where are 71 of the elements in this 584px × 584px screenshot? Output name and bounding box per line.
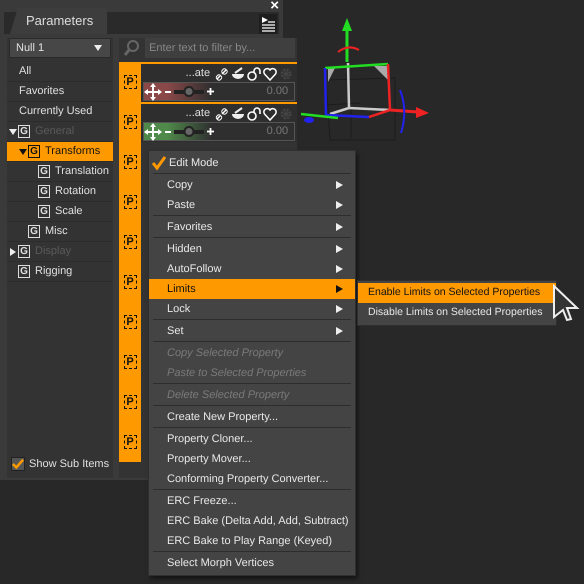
search-icon xyxy=(123,38,142,58)
checkmark-icon xyxy=(151,155,167,171)
menu-item[interactable]: Property Mover... xyxy=(149,449,355,469)
property-icon: P xyxy=(124,195,137,209)
property-icon: P xyxy=(124,395,137,409)
property-icon: P xyxy=(124,115,137,129)
property-icon: P xyxy=(124,75,137,89)
property-name: ...ate xyxy=(186,66,210,82)
view-item[interactable]: Favorites xyxy=(7,82,114,102)
tree-label: Scale xyxy=(55,204,83,220)
menu-item[interactable]: Conforming Property Converter... xyxy=(149,469,355,489)
group-icon: G xyxy=(18,265,30,278)
property-icon: P xyxy=(124,235,137,249)
move-icon xyxy=(144,122,162,140)
group-icon: G xyxy=(28,145,40,158)
heart-icon[interactable] xyxy=(263,106,278,120)
tree-label: Misc xyxy=(45,224,68,240)
property-widget[interactable]: ...ate 0.00 xyxy=(141,62,298,102)
transform-gizmo-drawing[interactable] xyxy=(300,18,429,140)
close-button[interactable]: × xyxy=(270,0,279,12)
move-icon xyxy=(144,82,162,100)
link-icon[interactable] xyxy=(215,106,230,120)
bowl-icon[interactable] xyxy=(231,66,246,80)
menu-item[interactable]: ERC Bake (Delta Add, Add, Subtract) xyxy=(149,511,355,531)
property-icon: P xyxy=(124,315,137,329)
group-icon: G xyxy=(28,225,40,238)
property-name: ...ate xyxy=(186,106,210,122)
menu-item[interactable]: ERC Bake to Play Range (Keyed) xyxy=(149,531,355,551)
menu-item[interactable]: Hidden xyxy=(149,239,355,259)
node-dropdown[interactable]: Null 1 xyxy=(9,38,112,58)
group-icon: G xyxy=(18,125,30,138)
menu-item[interactable]: Edit Mode xyxy=(149,153,355,173)
menu-item[interactable]: ERC Freeze... xyxy=(149,491,355,511)
property-icon: P xyxy=(124,435,137,449)
lock-icon[interactable] xyxy=(247,66,262,80)
property-icon: P xyxy=(124,155,137,169)
minus-icon[interactable] xyxy=(165,128,172,134)
checkbox[interactable] xyxy=(11,456,25,471)
slider-thumb[interactable] xyxy=(184,86,195,96)
plus-icon[interactable] xyxy=(207,128,214,135)
menu-item[interactable]: Create New Property... xyxy=(149,407,355,427)
lock-icon[interactable] xyxy=(247,106,262,120)
group-icon: G xyxy=(18,245,30,258)
minus-icon[interactable] xyxy=(165,88,172,94)
group-icon: G xyxy=(38,185,50,198)
tree-item[interactable]: G Rigging xyxy=(7,262,114,282)
view-item[interactable]: All xyxy=(7,62,114,82)
view-item[interactable]: Currently Used xyxy=(7,102,114,122)
bowl-icon[interactable] xyxy=(231,106,246,120)
property-icon: P xyxy=(124,355,137,369)
link-icon[interactable] xyxy=(215,66,230,80)
group-icon: G xyxy=(38,165,50,178)
property-icon: P xyxy=(124,275,137,289)
menu-item[interactable]: Copy xyxy=(149,175,355,195)
tree-label: Translation xyxy=(55,164,110,180)
caret-icon xyxy=(94,45,102,51)
tree-label: Rigging xyxy=(35,264,72,280)
tree-label: Transforms xyxy=(45,144,100,160)
tree-label: Rotation xyxy=(55,184,96,200)
menu-item[interactable]: Limits xyxy=(149,279,355,299)
heart-icon[interactable] xyxy=(263,66,278,80)
property-widget[interactable]: ...ate 0.00 xyxy=(141,102,298,142)
slider-thumb[interactable] xyxy=(184,126,195,136)
group-icon: G xyxy=(38,205,50,218)
menu-item[interactable]: Property Cloner... xyxy=(149,429,355,449)
menu-item[interactable]: Select Morph Vertices xyxy=(149,553,355,573)
plus-icon[interactable] xyxy=(207,88,214,95)
menu-icon[interactable] xyxy=(259,14,277,34)
filter-field[interactable]: Enter text to filter by... xyxy=(145,38,296,58)
checkbox-label: Show Sub Items xyxy=(29,456,110,472)
menu-item[interactable]: Enable Limits on Selected Properties xyxy=(358,283,556,303)
